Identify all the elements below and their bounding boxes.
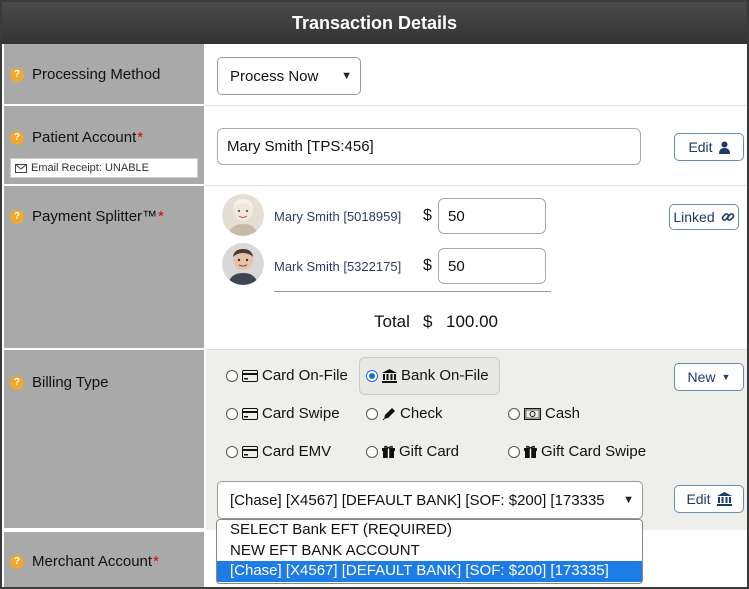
processing-method-value: Process Now [230,67,319,85]
avatar [222,243,264,285]
credit-card-icon [242,445,258,458]
merchant-account-label-group: ? Merchant Account * [10,553,159,570]
credit-card-icon [242,407,258,420]
payment-splitter-label: Payment Splitter™ [32,208,158,225]
patient-account-input[interactable]: Mary Smith [TPS:456] [217,128,641,165]
bank-account-dropdown-list[interactable]: SELECT Bank EFT (REQUIRED) NEW EFT BANK … [216,519,643,584]
splitter-total-value: 100.00 [446,312,498,331]
radio-button[interactable] [508,407,520,420]
required-asterisk: * [158,208,164,225]
payment-splitter-row: ? Payment Splitter™ * Mary Smith [5018959… [2,186,747,350]
splitter-amount-input[interactable]: 50 [438,248,546,284]
billing-option-label: Gift Card [399,443,460,460]
new-billing-button[interactable]: New ▼ [674,363,744,391]
billing-option-label: Card EMV [262,443,332,460]
billing-option-gift-card-swipe[interactable]: Gift Card Swipe [508,443,646,460]
dropdown-option-selected[interactable]: [Chase] [X4567] [DEFAULT BANK] [SOF: $20… [217,561,642,582]
bank-edit-button[interactable]: Edit [674,485,744,513]
splitter-amount-value: 50 [448,257,465,275]
billing-type-label: Billing Type [32,374,109,391]
dropdown-option[interactable]: NEW EFT BANK ACCOUNT [217,541,642,562]
required-asterisk: * [153,553,159,570]
processing-method-label-group: ? Processing Method [10,66,160,83]
avatar [222,194,264,236]
billing-option-card-on-file[interactable]: Card On-File [226,367,348,384]
email-receipt-text: Email Receipt: UNABLE [31,162,149,174]
currency-symbol: $ [423,207,432,224]
radio-button[interactable] [226,407,238,420]
merchant-account-label: Merchant Account [32,553,153,570]
currency-symbol: $ [423,257,432,274]
patient-edit-label: Edit [688,139,713,155]
processing-method-row: ? Processing Method Process Now ▼ [2,44,747,106]
radio-button[interactable] [366,407,378,420]
patient-account-value: Mary Smith [TPS:456] [227,138,374,155]
billing-option-label: Card On-File [262,367,348,384]
help-icon[interactable]: ? [10,130,24,145]
patient-account-label: Patient Account [32,129,137,146]
radio-button-selected[interactable] [366,369,378,382]
radio-button[interactable] [226,445,238,458]
cash-icon [524,407,541,420]
chevron-down-icon: ▼ [619,494,634,506]
bank-icon [382,368,397,383]
payment-splitter-label-group: ? Payment Splitter™ * [10,208,164,225]
processing-method-select[interactable]: Process Now ▼ [217,57,361,95]
radio-button[interactable] [226,369,238,382]
transaction-details-panel: Transaction Details ? Processing Method … [0,0,749,589]
splitter-person-name: Mark Smith [5322175] [274,259,402,274]
billing-option-card-emv[interactable]: Card EMV [226,443,331,460]
billing-option-bank-on-file[interactable]: Bank On-File [366,367,489,384]
gift-icon [524,445,537,458]
envelope-icon [15,163,27,173]
radio-button[interactable] [366,445,378,458]
billing-option-cash[interactable]: Cash [508,405,580,422]
bank-account-select[interactable]: [Chase] [X4567] [DEFAULT BANK] [SOF: $20… [217,481,643,519]
splitter-amount-value: 50 [448,207,465,225]
splitter-divider [274,291,551,292]
billing-option-label: Card Swipe [262,405,340,422]
help-icon[interactable]: ? [10,554,24,569]
billing-option-label: Check [400,405,443,422]
help-icon[interactable]: ? [10,209,24,224]
billing-option-card-swipe[interactable]: Card Swipe [226,405,340,422]
bank-edit-label: Edit [686,491,711,507]
gift-icon [382,445,395,458]
user-icon [718,141,730,154]
billing-type-label-group: ? Billing Type [10,374,108,391]
splitter-amount-input[interactable]: 50 [438,198,546,234]
bank-icon [716,492,732,506]
help-icon[interactable]: ? [10,375,24,390]
caret-down-icon: ▼ [721,372,731,382]
chevron-down-icon: ▼ [341,70,352,82]
bank-account-value: [Chase] [X4567] [DEFAULT BANK] [SOF: $20… [230,491,605,509]
billing-option-gift-card[interactable]: Gift Card [366,443,459,460]
processing-method-label: Processing Method [32,66,161,83]
linked-button[interactable]: Linked [669,204,739,230]
pen-icon [382,407,396,421]
help-icon[interactable]: ? [10,67,24,82]
patient-edit-button[interactable]: Edit [674,133,744,161]
billing-option-label: Cash [545,405,581,422]
radio-button[interactable] [508,445,520,458]
currency-symbol: $ [423,312,433,331]
patient-account-label-group: ? Patient Account * [10,129,143,146]
link-icon [721,210,735,224]
new-billing-label: New [687,369,716,385]
linked-label: Linked [673,209,715,225]
billing-type-row: ? Billing Type Card On-File Bank On-File… [2,350,747,530]
billing-option-check[interactable]: Check [366,405,443,422]
panel-title: Transaction Details [2,2,747,44]
credit-card-icon [242,369,258,382]
billing-option-label: Bank On-File [401,367,489,384]
email-receipt-status: Email Receipt: UNABLE [10,158,198,178]
required-asterisk: * [137,129,144,146]
dropdown-option[interactable]: SELECT Bank EFT (REQUIRED) [217,520,642,541]
splitter-person-name: Mary Smith [5018959] [274,209,402,224]
splitter-total-label: Total [374,312,410,331]
billing-option-label: Gift Card Swipe [541,443,647,460]
